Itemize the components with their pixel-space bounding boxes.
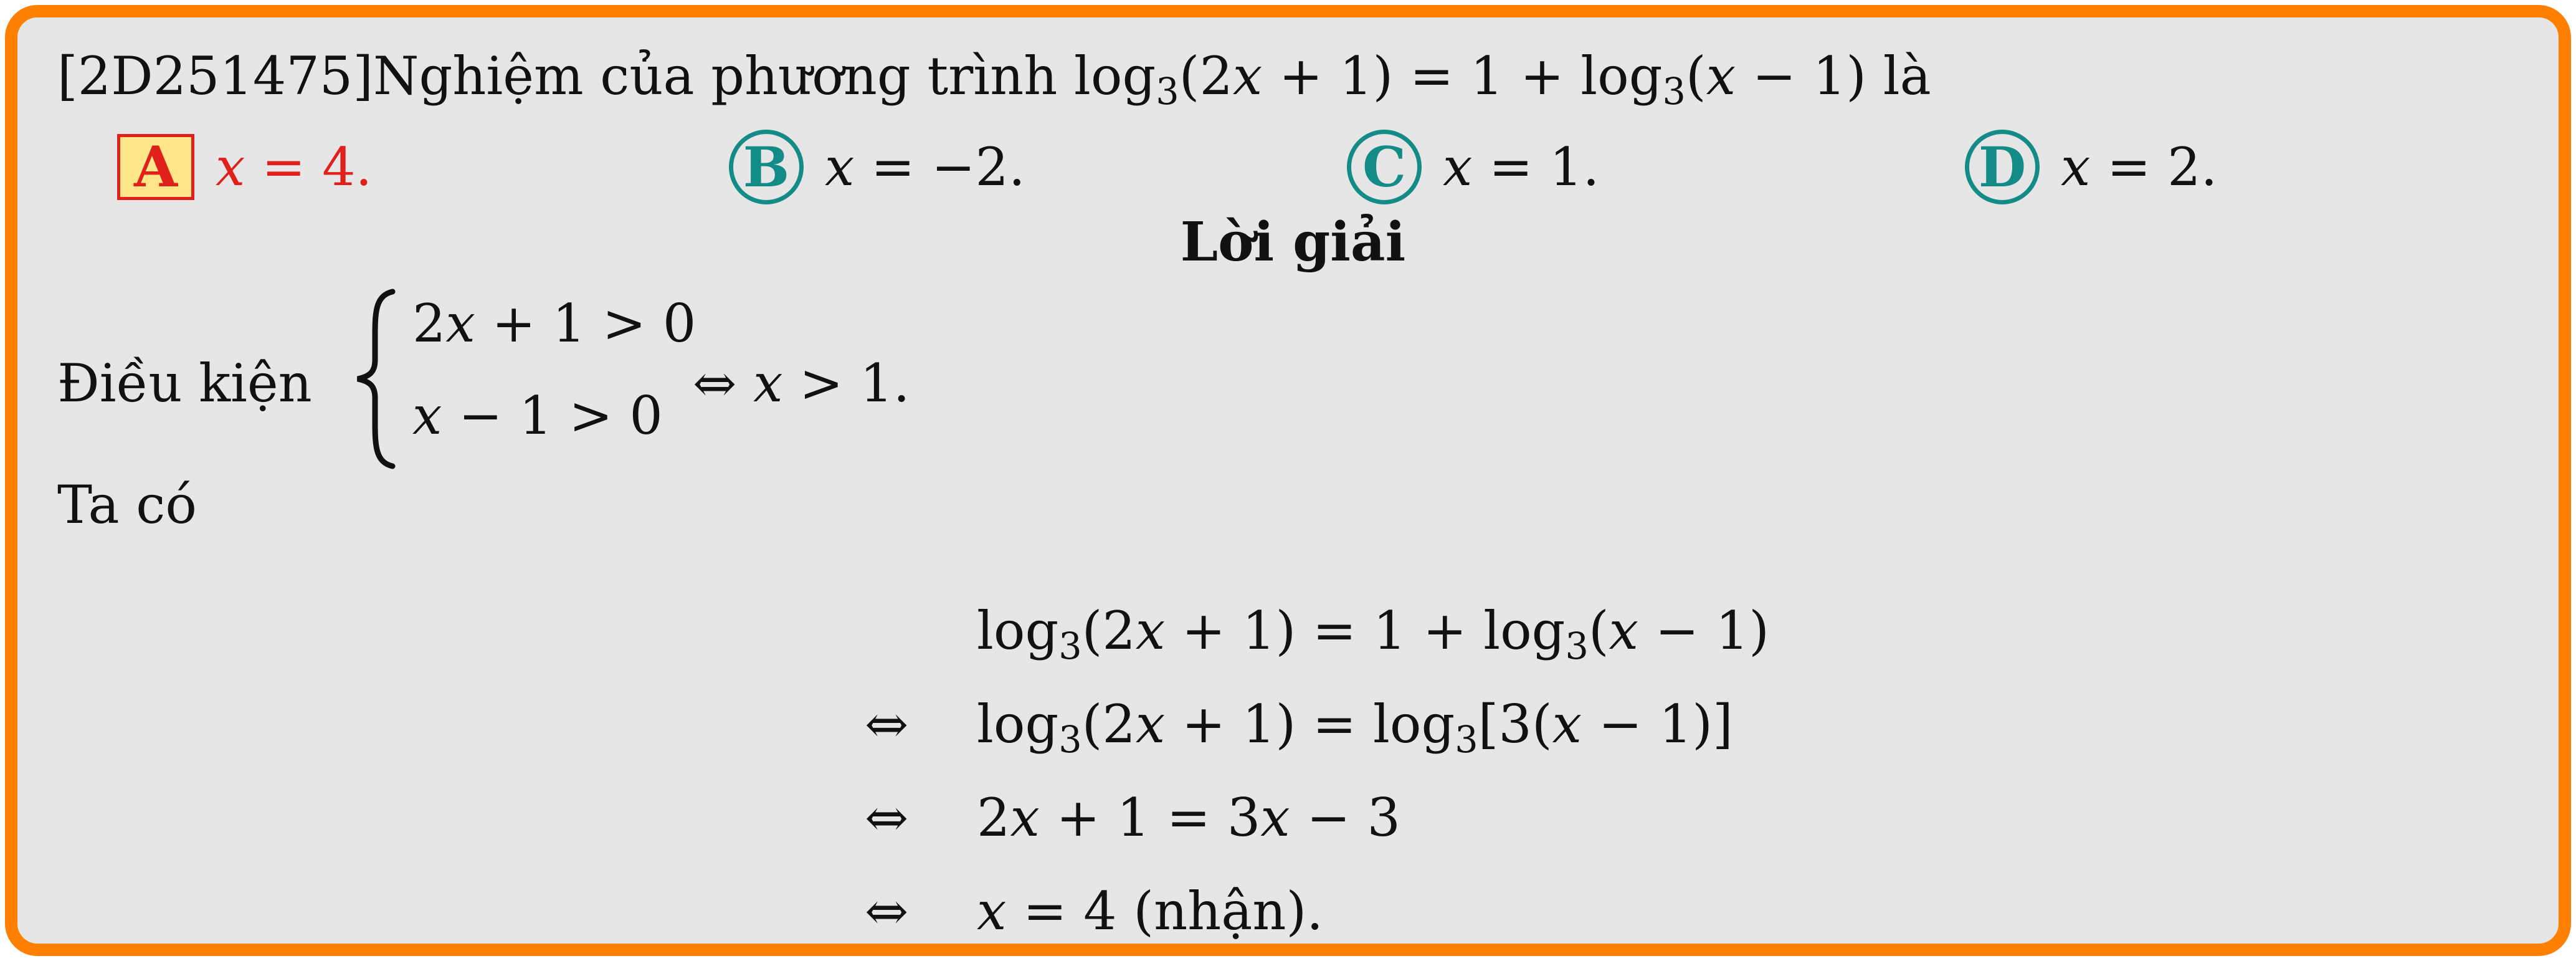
condition-inequality-2: x − 1 > 0 — [412, 385, 663, 446]
choice-c-text: x = 1. — [1443, 136, 1600, 198]
choice-b[interactable]: B x = −2. — [729, 130, 1025, 204]
choice-d-badge: D — [1965, 130, 2040, 204]
intro-text: Ta có — [57, 474, 197, 535]
equation-step-4: ⇔ x = 4 (nhận). — [865, 881, 1323, 942]
question-title: [2D251475]Nghiệm của phương trình log3(2… — [57, 50, 1931, 110]
question-card: [2D251475]Nghiệm của phương trình log3(2… — [5, 5, 2571, 956]
equation-step-3: ⇔ 2x + 1 = 3x − 3 — [865, 787, 1400, 848]
question-equation: log3(2x + 1) = 1 + log3(x − 1) — [1074, 45, 1867, 113]
choice-b-text: x = −2. — [825, 136, 1025, 198]
choice-c[interactable]: C x = 1. — [1347, 130, 1599, 204]
choice-a-text: x = 4. — [216, 136, 373, 198]
condition-result: ⇔ x > 1. — [693, 353, 910, 414]
left-brace-icon — [356, 289, 396, 469]
choice-b-badge: B — [729, 130, 804, 204]
choice-d-text: x = 2. — [2061, 136, 2218, 198]
question-tail-text: là — [1866, 45, 1931, 107]
condition-label: Điều kiện — [57, 353, 312, 414]
condition-inequality-1: 2x + 1 > 0 — [412, 293, 696, 354]
choice-a[interactable]: A x = 4. — [117, 130, 372, 204]
question-lead-text: Nghiệm của phương trình — [373, 45, 1075, 107]
equation-step-1: log3(2x + 1) = 1 + log3(x − 1) — [977, 600, 1770, 668]
choice-a-badge: A — [117, 134, 194, 200]
question-code: [2D251475] — [57, 45, 373, 107]
solution-heading: Lời giải — [1180, 211, 1406, 274]
choice-d[interactable]: D x = 2. — [1965, 130, 2217, 204]
choice-c-badge: C — [1347, 130, 1422, 204]
equation-step-2: ⇔ log3(2x + 1) = log3[3(x − 1)] — [865, 694, 1733, 762]
